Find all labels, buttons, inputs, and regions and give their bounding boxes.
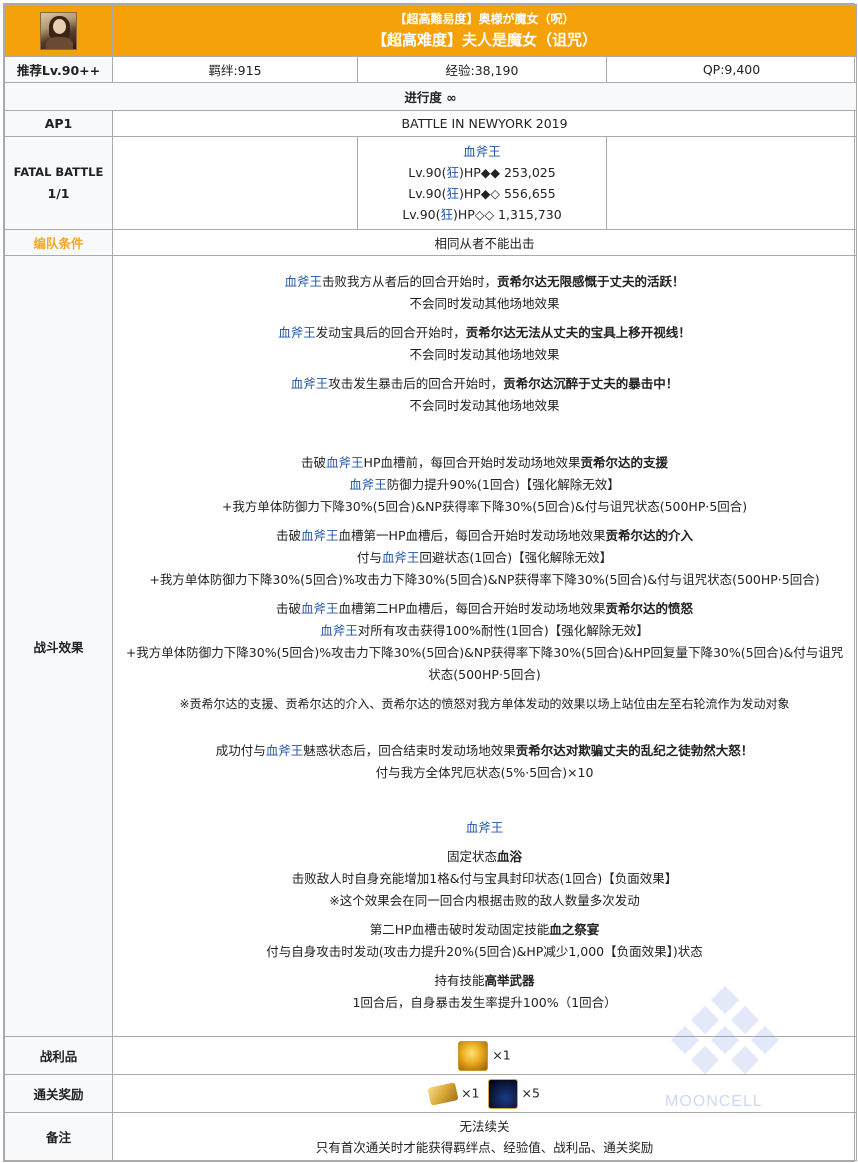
- quest-title-cn: 【超高难度】夫人是魔女（诅咒）: [372, 30, 598, 49]
- effects-note: ※贡希尔达的支援、贡希尔达的介入、贡希尔达的愤怒对我方单体发动的效果以场上站位由…: [179, 697, 790, 711]
- fatal-battle-label: FATAL BATTLE 1/1: [4, 136, 113, 230]
- quest-title: 【超高難易度】奥様が魔女（呪） 【超高难度】夫人是魔女（诅咒）: [111, 4, 858, 57]
- class-link[interactable]: 狂: [446, 165, 459, 180]
- enemy-link[interactable]: 血斧王: [382, 550, 420, 565]
- formation-value: 相同从者不能出击: [111, 229, 858, 256]
- recommended-level: 推荐Lv.90++: [4, 56, 113, 83]
- enemy-link[interactable]: 血斧王: [278, 325, 316, 340]
- watermark-text: MOONCELL: [665, 1093, 763, 1110]
- drop-count: ×1: [492, 1047, 511, 1062]
- reward-count-1: ×1: [461, 1085, 480, 1100]
- class-link[interactable]: 狂: [446, 186, 459, 201]
- stage-name: BATTLE IN NEWYORK 2019: [111, 110, 858, 137]
- golden-ticket-icon[interactable]: [427, 1081, 459, 1106]
- golden-item-icon[interactable]: [458, 1040, 489, 1071]
- exp-value: 经验:38,190: [357, 56, 607, 83]
- battle-effects-label: 战斗效果: [4, 255, 113, 1037]
- ap-label: AP1: [4, 110, 113, 137]
- drops-cell: ×1: [111, 1036, 858, 1075]
- bond-value: 羁绊:915: [112, 56, 358, 83]
- enemy-slot-center: 血斧王 Lv.90(狂)HP◆◆ 253,025 Lv.90(狂)HP◆◇ 55…: [357, 136, 607, 230]
- drops-label: 战利品: [4, 1036, 113, 1075]
- enemy-hp-row: Lv.90(狂)HP◇◇ 1,315,730: [402, 207, 562, 222]
- reward-count-2: ×5: [521, 1085, 540, 1100]
- progress-label: 进行度 ∞: [3, 82, 858, 111]
- remarks-label: 备注: [4, 1112, 113, 1161]
- enemy-link[interactable]: 血斧王: [266, 743, 304, 758]
- battle-effects: 血斧王击败我方从者后的回合开始时，贡希尔达无限感慨于丈夫的活跃！ 不会同时发动其…: [111, 255, 858, 1037]
- rewards-label: 通关奖励: [4, 1074, 113, 1113]
- enemy-link[interactable]: 血斧王: [320, 623, 358, 638]
- quest-info-table: 【超高難易度】奥様が魔女（呪） 【超高难度】夫人是魔女（诅咒） 推荐Lv.90+…: [3, 3, 858, 1162]
- enemy-name-link[interactable]: 血斧王: [358, 141, 606, 162]
- formation-label: 编队条件: [4, 229, 113, 256]
- crescent-orb-icon[interactable]: [487, 1078, 518, 1109]
- servant-avatar: [40, 11, 77, 50]
- enemy-slot-left: [112, 136, 358, 230]
- enemy-hp-row: Lv.90(狂)HP◆◇ 556,655: [408, 186, 556, 201]
- enemy-slot-right: [605, 136, 858, 230]
- enemy-link[interactable]: 血斧王: [301, 528, 339, 543]
- enemy-hp-row: Lv.90(狂)HP◆◆ 253,025: [408, 165, 556, 180]
- boss-link[interactable]: 血斧王: [466, 820, 504, 835]
- quest-title-jp: 【超高難易度】奥様が魔女（呪）: [394, 11, 575, 26]
- avatar-cell: [4, 4, 113, 57]
- enemy-link[interactable]: 血斧王: [284, 274, 322, 289]
- enemy-link[interactable]: 血斧王: [301, 601, 339, 616]
- enemy-link[interactable]: 血斧王: [349, 477, 387, 492]
- enemy-link[interactable]: 血斧王: [326, 455, 364, 470]
- enemy-link[interactable]: 血斧王: [291, 376, 329, 391]
- qp-value: QP:9,400: [605, 56, 858, 83]
- class-link[interactable]: 狂: [441, 207, 454, 222]
- remarks-cell: 无法续关 只有首次通关时才能获得羁绊点、经验值、战利品、通关奖励: [111, 1112, 858, 1161]
